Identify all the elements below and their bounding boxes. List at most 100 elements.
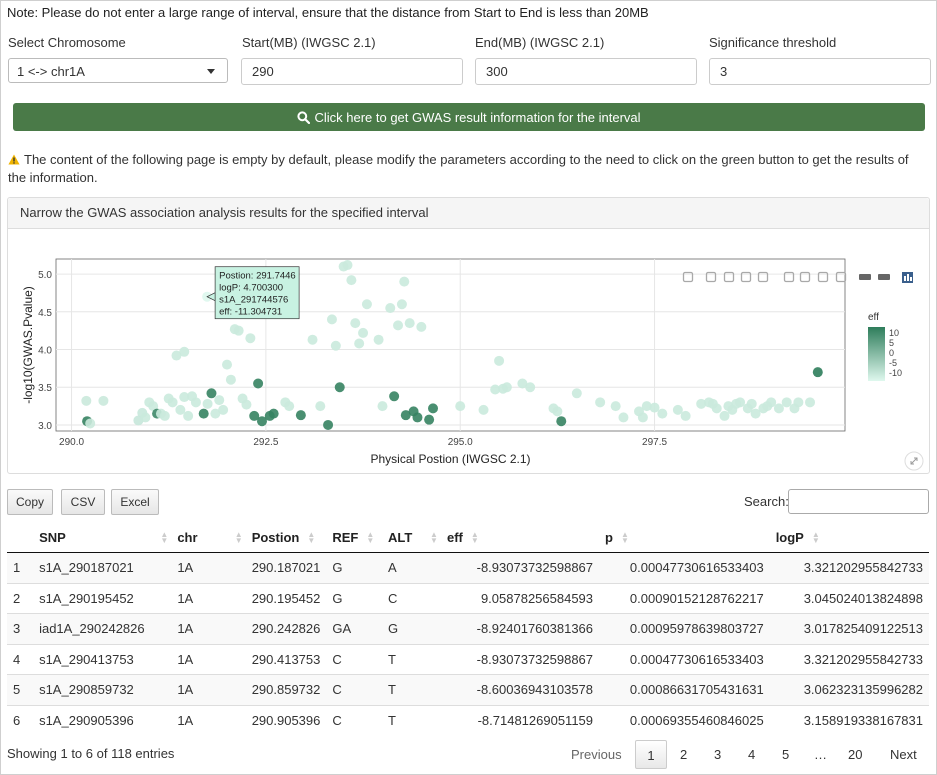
scatter-point (140, 412, 151, 423)
page-button-1[interactable]: 1 (635, 740, 667, 769)
scatter-point (183, 410, 194, 421)
results-panel: Narrow the GWAS association analysis res… (7, 197, 930, 474)
header-index[interactable] (7, 522, 34, 553)
header-snp[interactable]: SNP ▲ ▼ (33, 522, 172, 553)
search-input[interactable] (788, 489, 929, 514)
cell-alt: T (382, 704, 441, 735)
threshold-label: Significance threshold (709, 35, 837, 50)
header-chr[interactable]: chr ▲ ▼ (171, 522, 246, 553)
scatter-point (680, 410, 691, 421)
excel-button[interactable]: Excel (111, 489, 159, 515)
cell-ref: G (326, 582, 383, 614)
scatter-point (354, 338, 365, 349)
next-page-button[interactable]: Next (890, 740, 917, 769)
threshold-input[interactable] (709, 58, 931, 85)
table-row[interactable]: 4 s1A_290413753 1A 290.413753 C T -8.930… (7, 643, 929, 675)
page-button-2[interactable]: 2 (680, 740, 687, 769)
cell-chr: 1A (171, 704, 246, 735)
cell-ref: C (326, 704, 383, 735)
chromosome-label: Select Chromosome (8, 35, 126, 50)
table-row[interactable]: 2 s1A_290195452 1A 290.195452 G C 9.0587… (7, 582, 929, 614)
colorbar-tick: 10 (889, 328, 899, 338)
plotly-logo-bar (907, 274, 909, 281)
warning-icon (8, 154, 20, 165)
scatter-point (428, 403, 439, 414)
page-button-4[interactable]: 4 (748, 740, 755, 769)
table-row[interactable]: 1 s1A_290187021 1A 290.187021 G A -8.930… (7, 552, 929, 583)
start-input[interactable] (241, 58, 463, 85)
spike-lines-icon[interactable] (859, 274, 871, 280)
header-eff[interactable]: eff ▲ ▼ (440, 522, 600, 553)
scatter-point (179, 346, 190, 357)
table-row[interactable]: 3 iad1A_290242826 1A 290.242826 GA G -8.… (7, 613, 929, 644)
scatter-point (637, 412, 648, 423)
header-ref[interactable]: REF ▲ ▼ (326, 522, 383, 553)
table-row[interactable]: 5 s1A_290859732 1A 290.859732 C T -8.600… (7, 674, 929, 705)
cell-position: 290.242826 (245, 613, 327, 644)
previous-page-button[interactable]: Previous (571, 740, 622, 769)
page-button-3[interactable]: 3 (714, 740, 721, 769)
cell-snp: iad1A_290242826 (33, 613, 172, 644)
scatter-point (98, 395, 109, 406)
y-tick-label: 4.0 (38, 346, 52, 357)
scatter-point (711, 403, 722, 414)
expand-icon[interactable] (904, 451, 924, 471)
header-position[interactable]: Postion ▲ ▼ (245, 522, 327, 553)
scatter-point (202, 398, 213, 409)
copy-button[interactable]: Copy (7, 489, 53, 515)
header-alt[interactable]: ALT ▲ ▼ (382, 522, 441, 553)
scatter-point (389, 391, 400, 402)
scatter-point (412, 412, 423, 423)
get-results-button[interactable]: Click here to get GWAS result informatio… (13, 103, 925, 131)
header-logp[interactable]: logP ▲ ▼ (769, 522, 929, 553)
csv-button[interactable]: CSV (61, 489, 105, 515)
y-tick-label: 4.5 (38, 308, 52, 319)
cell-position: 290.859732 (245, 674, 327, 705)
scatter-point (793, 397, 804, 408)
results-table: SNP ▲ ▼ chr ▲ ▼ Postion ▲ ▼ REF ▲ ▼ ALT ▲ ▼ eff ▲ ▼ … (7, 522, 929, 735)
cell-snp: s1A_290187021 (33, 552, 172, 583)
cell-snp: s1A_290859732 (33, 674, 172, 705)
plotly-logo-bar (904, 276, 906, 281)
scatter-point (404, 318, 415, 329)
cell-p: 0.00069355460846025 (599, 704, 770, 735)
y-tick-label: 3.5 (38, 383, 52, 394)
y-tick-label: 3.0 (38, 421, 52, 432)
chromosome-select[interactable]: 1 <-> chr1A (8, 58, 228, 83)
cell-logp: 3.321202955842733 (769, 552, 929, 583)
warning-text: The content of the following page is emp… (8, 152, 909, 185)
cell-ref: C (326, 674, 383, 705)
scatter-point (494, 355, 505, 366)
cell-alt: C (382, 582, 441, 614)
colorbar-tick: 0 (889, 348, 894, 358)
scatter-point (396, 299, 407, 310)
end-input[interactable] (475, 58, 697, 85)
scatter-point (225, 374, 236, 385)
cell-p: 0.00047730616533403 (599, 643, 770, 675)
scatter-point (746, 398, 757, 409)
scatter-point (81, 395, 92, 406)
cell-p: 0.00086631705431631 (599, 674, 770, 705)
colorbar (868, 327, 885, 381)
page-ellipsis: … (814, 747, 827, 762)
scatter-point (618, 412, 629, 423)
colorbar-tick: 5 (889, 338, 894, 348)
plotly-logo-icon[interactable] (902, 272, 913, 283)
compare-icon[interactable] (878, 274, 890, 280)
cell-chr: 1A (171, 613, 246, 644)
scatter-point (218, 404, 229, 415)
cell-alt: T (382, 674, 441, 705)
scatter-point (455, 401, 466, 412)
scatter-point (245, 333, 256, 344)
cell-p: 0.00047730616533403 (599, 552, 770, 583)
cell-p: 0.00090152128762217 (599, 582, 770, 614)
scatter-point (206, 388, 217, 399)
page-button-5[interactable]: 5 (782, 740, 789, 769)
header-p[interactable]: p ▲ ▼ (599, 522, 770, 553)
range-note: Note: Please do not enter a large range … (7, 5, 649, 20)
table-row[interactable]: 6 s1A_290905396 1A 290.905396 C T -8.714… (7, 704, 929, 735)
cell-alt: G (382, 613, 441, 644)
gwas-scatter-chart[interactable]: 3.0 3.5 4.0 4.5 5.0 290.0 292.5 295.0 297.5 Physi… (8, 229, 929, 474)
cell-alt: A (382, 552, 441, 583)
page-button-20[interactable]: 20 (848, 740, 862, 769)
